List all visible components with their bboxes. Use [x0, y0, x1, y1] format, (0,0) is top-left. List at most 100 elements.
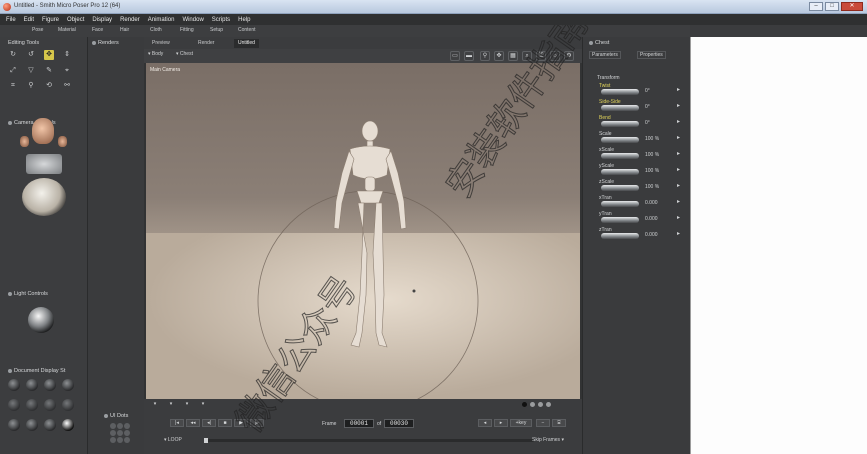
ui-dot[interactable]: [117, 437, 123, 443]
add-key-button[interactable]: +key: [510, 419, 532, 427]
param-dial[interactable]: [601, 185, 639, 191]
menu-edit[interactable]: Edit: [24, 17, 34, 23]
param-row-scale[interactable]: Scale 100 % ▸: [589, 131, 687, 147]
view-magnifier-icon[interactable]: ⌗: [8, 81, 18, 91]
ui-dot[interactable]: [110, 423, 116, 429]
document-display-header[interactable]: Document Display St: [8, 368, 65, 374]
tab-face[interactable]: Face: [92, 27, 103, 33]
tab-render[interactable]: Render: [194, 39, 218, 48]
tab-preview[interactable]: Preview: [148, 39, 174, 48]
param-menu-arrow-icon[interactable]: ▸: [677, 198, 680, 205]
translate-tool-icon[interactable]: ✥: [44, 50, 54, 60]
go-to-start-button[interactable]: |◂: [170, 419, 184, 427]
editing-tools-header[interactable]: Editing Tools: [8, 40, 39, 46]
right-hand-camera-icon[interactable]: [58, 136, 67, 147]
stop-button[interactable]: ■: [218, 419, 232, 427]
display-style-lit-wire[interactable]: [8, 399, 20, 411]
display-style-silhouette[interactable]: [8, 379, 20, 391]
display-style-outline[interactable]: [26, 379, 38, 391]
object-selector[interactable]: ▾ Chest: [176, 51, 193, 57]
grid-icon[interactable]: ▦: [508, 51, 518, 61]
param-row-yscale[interactable]: yScale 100 % ▸: [589, 163, 687, 179]
loop-toggle[interactable]: ▾ LOOP: [164, 437, 182, 443]
param-dial[interactable]: [601, 137, 639, 143]
param-menu-arrow-icon[interactable]: ▸: [677, 134, 680, 141]
display-style-smooth[interactable]: [26, 419, 38, 431]
figure-head[interactable]: [361, 120, 379, 142]
tab-content[interactable]: Content: [238, 27, 256, 33]
ui-dot[interactable]: [117, 423, 123, 429]
param-menu-arrow-icon[interactable]: ▸: [677, 118, 680, 125]
keyframes-editor-button[interactable]: ⌸: [552, 419, 566, 427]
param-value[interactable]: 100 %: [645, 168, 659, 174]
scene-figure[interactable]: [146, 63, 580, 399]
scale-tool-icon[interactable]: ⤢: [8, 66, 18, 76]
param-dial[interactable]: [601, 169, 639, 175]
direct-manipulation-icon[interactable]: ⟲: [44, 81, 54, 91]
light-sphere-control[interactable]: [28, 307, 54, 333]
viewport-option-icon[interactable]: ▾: [148, 401, 162, 409]
param-value[interactable]: 0.000: [645, 216, 658, 222]
display-style-texture[interactable]: [44, 419, 56, 431]
key-back-button[interactable]: ◂: [478, 419, 492, 427]
param-row-bend[interactable]: Bend 0° ▸: [589, 115, 687, 131]
chain-break-icon[interactable]: ⚯: [62, 81, 72, 91]
tab-cloth[interactable]: Cloth: [150, 27, 162, 33]
tab-hair[interactable]: Hair: [120, 27, 129, 33]
param-dial[interactable]: [601, 153, 639, 159]
rotation-gizmo-ring[interactable]: [257, 190, 479, 399]
search-icon[interactable]: ⌕: [522, 51, 532, 61]
transform-section-label[interactable]: Transform: [597, 75, 620, 81]
morph-brush-icon[interactable]: ⚲: [26, 81, 36, 91]
tab-untitled[interactable]: Untitled: [234, 39, 259, 48]
figure-selector[interactable]: ▾ Body: [148, 51, 163, 57]
param-dial[interactable]: [601, 105, 639, 111]
move-icon[interactable]: ✥: [494, 51, 504, 61]
previous-key-button[interactable]: ◂◂: [186, 419, 200, 427]
param-menu-arrow-icon[interactable]: ▸: [677, 86, 680, 93]
total-frames-field[interactable]: 00030: [384, 419, 414, 428]
param-dial[interactable]: [601, 89, 639, 95]
close-button[interactable]: ✕: [841, 2, 863, 11]
viewport-option-icon[interactable]: ▾: [180, 401, 194, 409]
menu-object[interactable]: Object: [67, 17, 84, 23]
menu-figure[interactable]: Figure: [42, 17, 59, 23]
skip-frames-toggle[interactable]: Skip Frames ▾: [532, 437, 564, 443]
color-tool-icon[interactable]: ✎: [44, 66, 54, 76]
param-menu-arrow-icon[interactable]: ▸: [677, 182, 680, 189]
menu-display[interactable]: Display: [92, 17, 112, 23]
viewport-option-icon[interactable]: ▾: [164, 401, 178, 409]
ground-icon[interactable]: ▬: [464, 51, 474, 61]
maximize-button[interactable]: □: [825, 2, 839, 11]
param-menu-arrow-icon[interactable]: ▸: [677, 150, 680, 157]
param-value[interactable]: 100 %: [645, 136, 659, 142]
taper-tool-icon[interactable]: ▽: [26, 66, 36, 76]
light-controls-header[interactable]: Light Controls: [8, 291, 48, 297]
translate-in-out-icon[interactable]: ⇕: [62, 50, 72, 60]
tab-pose[interactable]: Pose: [32, 27, 43, 33]
tab-setup[interactable]: Setup: [210, 27, 223, 33]
param-row-side-side[interactable]: Side-Side 0° ▸: [589, 99, 687, 115]
ui-dot[interactable]: [110, 437, 116, 443]
display-style-wireframe[interactable]: [44, 379, 56, 391]
settings-icon[interactable]: ⚙: [564, 51, 574, 61]
display-style-preview[interactable]: [62, 419, 74, 431]
param-menu-arrow-icon[interactable]: ▸: [677, 166, 680, 173]
menu-file[interactable]: File: [6, 17, 16, 23]
param-row-ytran[interactable]: yTran 0.000 ▸: [589, 211, 687, 227]
display-style-flat-lined[interactable]: [44, 399, 56, 411]
twist-tool-icon[interactable]: ↺: [26, 50, 36, 60]
pin-icon[interactable]: ⚲: [480, 51, 490, 61]
figure-hip[interactable]: [356, 190, 384, 204]
left-hand-camera-icon[interactable]: [20, 136, 29, 147]
tab-properties[interactable]: Properties: [637, 51, 666, 59]
param-menu-arrow-icon[interactable]: ▸: [677, 214, 680, 221]
figure-right-arm[interactable]: [385, 150, 407, 230]
param-row-ztran[interactable]: zTran 0.000 ▸: [589, 227, 687, 243]
camera-trackball[interactable]: [22, 178, 66, 216]
face-camera-icon[interactable]: [32, 118, 54, 144]
param-dial[interactable]: [601, 233, 639, 239]
menu-scripts[interactable]: Scripts: [212, 17, 230, 23]
rotate-tool-icon[interactable]: ↻: [8, 50, 18, 60]
renders-header[interactable]: Renders: [92, 40, 119, 46]
